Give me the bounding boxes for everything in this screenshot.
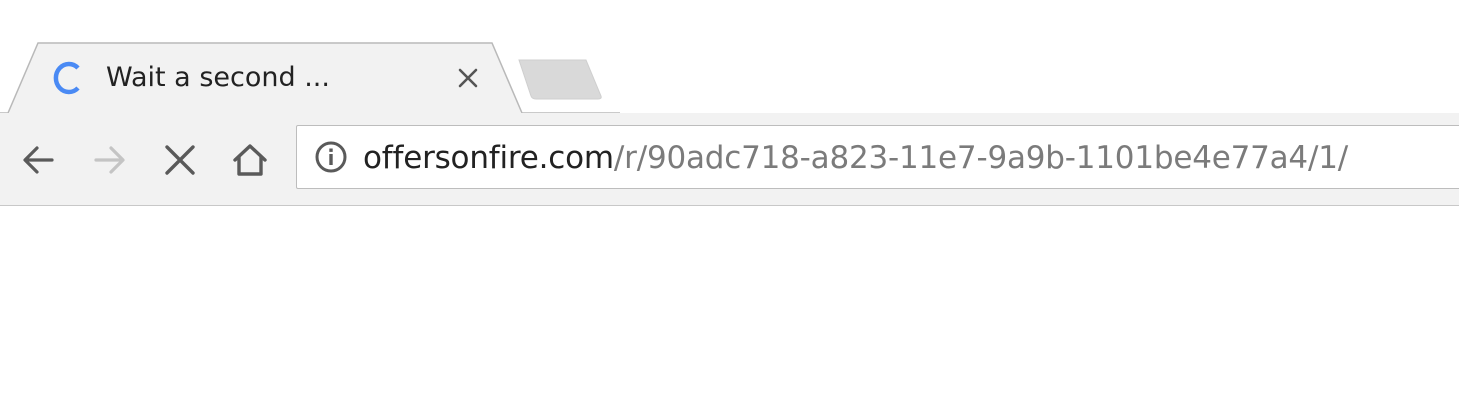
browser-toolbar: offersonfire.com/r/90adc718-a823-11e7-9a… <box>0 113 1459 206</box>
url-path: /r/90adc718-a823-11e7-9a9b-1101be4e77a4/… <box>613 140 1348 176</box>
page-content <box>0 206 1459 400</box>
loading-spinner-icon <box>53 61 80 95</box>
home-button[interactable] <box>228 138 272 182</box>
address-bar[interactable]: offersonfire.com/r/90adc718-a823-11e7-9a… <box>296 125 1459 189</box>
url-domain: offersonfire.com <box>363 140 614 176</box>
back-button[interactable] <box>18 138 62 182</box>
arrow-right-icon <box>94 146 125 174</box>
new-tab-button[interactable] <box>516 58 606 102</box>
home-icon <box>233 144 267 176</box>
close-icon <box>165 145 195 175</box>
tab-strip: Wait a second ... <box>0 0 1459 114</box>
arrow-left-icon <box>23 146 54 174</box>
info-circle-icon[interactable] <box>314 140 348 174</box>
url-text[interactable]: offersonfire.com/r/90adc718-a823-11e7-9a… <box>363 136 1348 180</box>
stop-button[interactable] <box>158 138 202 182</box>
forward-button[interactable] <box>88 138 132 182</box>
tab-title: Wait a second ... <box>106 62 330 93</box>
tab-close-icon[interactable] <box>454 64 482 92</box>
